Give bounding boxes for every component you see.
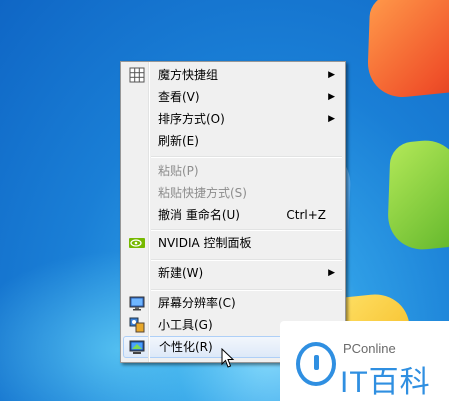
menu-item-nvidia-control-panel[interactable]: NVIDIA 控制面板 [123, 232, 343, 254]
menu-item-sort-by[interactable]: 排序方式(O) ▶ [123, 108, 343, 130]
menu-item-label: NVIDIA 控制面板 [158, 236, 252, 250]
menu-item-label: 查看(V) [158, 90, 200, 104]
submenu-arrow-icon: ▶ [328, 114, 335, 124]
menu-item-refresh[interactable]: 刷新(E) [123, 130, 343, 152]
menu-item-label: 新建(W) [158, 266, 204, 280]
menu-item-label: 刷新(E) [158, 134, 199, 148]
menu-item-new[interactable]: 新建(W) ▶ [123, 262, 343, 284]
menu-separator [151, 259, 342, 261]
menu-item-shortcut: Ctrl+Z [286, 208, 326, 222]
personalize-icon [129, 340, 145, 354]
menu-item-label: 屏幕分辨率(C) [158, 296, 236, 310]
menu-item-label: 粘贴(P) [158, 164, 199, 178]
watermark-title-text: IT百科 [340, 366, 431, 399]
menu-item-label: 粘贴快捷方式(S) [158, 186, 247, 200]
submenu-arrow-icon: ▶ [328, 92, 335, 102]
menu-item-label: 排序方式(O) [158, 112, 225, 126]
menu-item-label: 小工具(G) [158, 318, 213, 332]
menu-item-label: 个性化(R) [159, 340, 213, 354]
submenu-arrow-icon: ▶ [328, 268, 335, 278]
windows-logo-green-pane [386, 136, 449, 254]
grid-icon [129, 67, 145, 83]
menu-separator [151, 289, 342, 291]
menu-item-paste-shortcut[interactable]: 粘贴快捷方式(S) [123, 182, 343, 204]
monitor-icon [129, 296, 145, 311]
menu-item-mofang-shortcuts[interactable]: 魔方快捷组 ▶ [123, 64, 343, 86]
menu-item-screen-resolution[interactable]: 屏幕分辨率(C) [123, 292, 343, 314]
pconline-logo-icon [296, 342, 336, 386]
windows-logo-red-pane [366, 0, 449, 101]
menu-item-view[interactable]: 查看(V) ▶ [123, 86, 343, 108]
pconline-watermark: PConline IT百科 [280, 321, 449, 401]
watermark-brand-text: PConline [343, 341, 396, 356]
menu-item-undo-rename[interactable]: 撤消 重命名(U) Ctrl+Z [123, 204, 343, 226]
menu-item-label: 魔方快捷组 [158, 68, 219, 82]
desktop-context-menu: 魔方快捷组 ▶ 查看(V) ▶ 排序方式(O) ▶ 刷新(E) 粘贴(P) 粘贴… [120, 61, 346, 363]
nvidia-icon [129, 238, 145, 248]
menu-item-label: 撤消 重命名(U) [158, 208, 240, 222]
submenu-arrow-icon: ▶ [328, 70, 335, 80]
gadgets-icon [129, 317, 145, 333]
mouse-pointer-icon [221, 348, 235, 368]
menu-item-paste[interactable]: 粘贴(P) [123, 160, 343, 182]
menu-separator [151, 229, 342, 231]
menu-separator [151, 156, 342, 158]
